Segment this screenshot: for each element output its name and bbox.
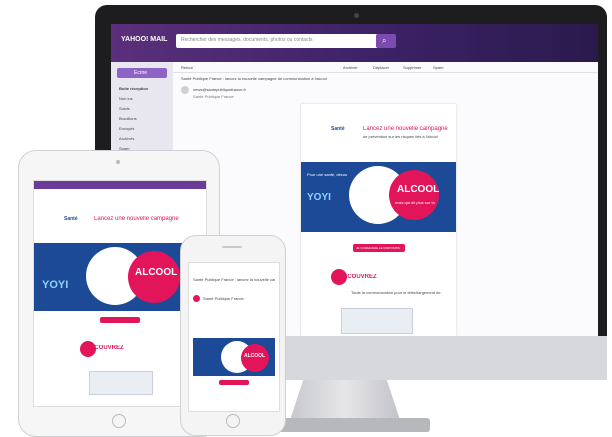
phone-cta-button[interactable]	[219, 380, 249, 385]
phone-poster-word: ALCOOL	[244, 353, 266, 359]
back-button[interactable]: Retour	[181, 65, 211, 70]
search-input[interactable]: Rechercher des messages, documents, phot…	[181, 37, 371, 43]
search-bar[interactable]: Rechercher des messages, documents, phot…	[176, 34, 386, 48]
move-button[interactable]: Déplacer	[373, 65, 403, 70]
phone-home-button[interactable]	[226, 414, 240, 428]
search-button[interactable]: ⌕	[376, 34, 396, 48]
phone-hero: ALCOOL	[193, 338, 275, 376]
compose-button[interactable]: Écrire	[117, 68, 167, 78]
newsletter-subhead: de prévention sur les risques liés à l'a…	[363, 134, 438, 139]
monitor-base	[265, 418, 430, 432]
folder-item[interactable]: Archivés	[119, 136, 169, 141]
mail-toolbar: Retour Archiver Déplacer Supprimer Spam	[173, 62, 598, 73]
mail-header: YAHOO! MAIL Rechercher des messages, doc…	[111, 24, 598, 62]
compose-label: Écrire	[134, 70, 148, 76]
tablet-header-bar	[34, 181, 206, 189]
tablet-brand: Santé	[64, 216, 78, 222]
avatar	[181, 86, 189, 94]
newsletter-card: Santé Lancez une nouvelle campagne de pr…	[301, 104, 456, 336]
phone-sender: Santé Publique France	[203, 296, 244, 301]
poster-pink-circle	[389, 170, 439, 220]
cta-label: JE COMMANDE LE DISPOSITIF	[356, 246, 401, 250]
monitor-stand	[290, 380, 400, 420]
logo-word: YOYI	[307, 192, 331, 203]
tablet-home-button[interactable]	[112, 414, 126, 428]
tablet-poster-word: ALCOOL	[135, 267, 178, 278]
tablet-camera	[116, 160, 120, 164]
tablet-discover-label: DÉCOUVREZ	[86, 345, 124, 351]
search-icon: ⌕	[382, 36, 387, 45]
cta-button[interactable]: JE COMMANDE LE DISPOSITIF	[353, 244, 405, 252]
hero-band: Pour une santé, découvrez YOYI ALCOOL ma…	[301, 162, 456, 232]
phone-screen: Santé Publique France : lancez la nouvel…	[188, 262, 280, 412]
tablet-cta-button[interactable]	[100, 317, 140, 323]
tablet-headline: Lancez une nouvelle campagne	[94, 216, 179, 222]
newsletter-headline: Lancez une nouvelle campagne	[363, 126, 448, 132]
delete-button[interactable]: Supprimer	[403, 65, 433, 70]
folder-item[interactable]: Brouillons	[119, 116, 169, 121]
poster-sub: mais qui dit plus sur toi ?	[395, 200, 435, 205]
device-thumbnail	[341, 308, 413, 334]
email-subject: Santé Publique France : lancez la nouvel…	[181, 76, 327, 81]
tablet-device-thumbnail	[89, 371, 153, 395]
folder-item[interactable]: Suivis	[119, 106, 169, 111]
poster-word: ALCOOL	[397, 184, 440, 195]
folder-item[interactable]: Envoyés	[119, 126, 169, 131]
side-text: Pour une santé, découvrez	[307, 172, 347, 177]
spam-button[interactable]: Spam	[433, 65, 463, 70]
discover-text: Toute la communication pour le télécharg…	[351, 290, 441, 295]
folder-item[interactable]: Boîte réception	[119, 86, 169, 91]
mail-brand: YAHOO! MAIL	[121, 36, 168, 43]
email-sender-name: Santé Publique France	[193, 94, 234, 99]
tablet-logo-word: YOYI	[42, 279, 69, 291]
phone-avatar	[193, 295, 200, 302]
webcam-dot	[354, 13, 359, 18]
email-sender: news@santepubliquefrance.fr	[193, 87, 246, 92]
discover-label: DÉCOUVREZ	[339, 274, 377, 280]
phone-subject: Santé Publique France : lancez la nouvel…	[193, 277, 275, 282]
phone-speaker	[222, 246, 242, 248]
folder-item[interactable]: Non lus	[119, 96, 169, 101]
archive-button[interactable]: Archiver	[343, 65, 373, 70]
